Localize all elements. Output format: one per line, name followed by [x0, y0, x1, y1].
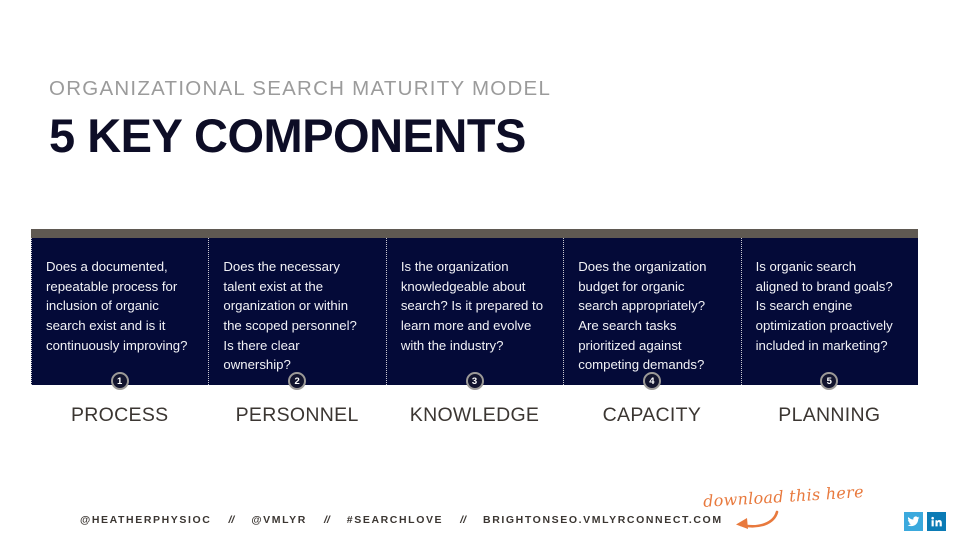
- component-label-capacity: CAPACITY: [602, 404, 702, 426]
- footer-hashtag: #SEARCHLOVE: [346, 514, 444, 526]
- slide-header: ORGANIZATIONAL SEARCH MATURITY MODEL 5 K…: [49, 77, 909, 163]
- component-label-personnel: PERSONNEL: [235, 404, 359, 426]
- component-question: Does the organization budget for organic…: [578, 259, 707, 373]
- label-slot: KNOWLEDGE: [386, 404, 563, 427]
- component-question: Does the necessary talent exist at the o…: [223, 259, 357, 373]
- label-slot: PLANNING: [741, 404, 918, 427]
- linkedin-icon[interactable]: [927, 512, 946, 531]
- social-links: [904, 512, 946, 531]
- component-question: Is organic search aligned to brand goals…: [755, 259, 893, 353]
- component-label-knowledge: KNOWLEDGE: [409, 404, 540, 426]
- components-columns: Does a documented, repeatable process fo…: [31, 238, 918, 385]
- component-question: Does a documented, repeatable process fo…: [46, 259, 188, 353]
- component-column-personnel: Does the necessary talent exist at the o…: [208, 238, 385, 385]
- footer-twitter-handle: @HEATHERPHYSIOC: [80, 514, 212, 526]
- footer-separator: //: [323, 514, 330, 526]
- component-label-process: PROCESS: [70, 404, 169, 426]
- component-column-capacity: Does the organization budget for organic…: [563, 238, 740, 385]
- component-label-planning: PLANNING: [778, 404, 881, 426]
- component-column-knowledge: Is the organization knowledgeable about …: [385, 238, 563, 385]
- label-slot: CAPACITY: [563, 404, 740, 427]
- label-slot: PERSONNEL: [208, 404, 385, 427]
- twitter-icon[interactable]: [904, 512, 923, 531]
- component-question: Is the organization knowledgeable about …: [400, 259, 544, 353]
- slide-eyebrow: ORGANIZATIONAL SEARCH MATURITY MODEL: [49, 77, 552, 100]
- download-note: download this here: [702, 482, 865, 511]
- components-panel: Does a documented, repeatable process fo…: [31, 229, 918, 385]
- curved-arrow-icon: [736, 510, 779, 529]
- footer-url[interactable]: BRIGHTONSEO.VMLYRCONNECT.COM: [483, 514, 723, 526]
- footer-separator: //: [228, 514, 235, 526]
- footer-separator: //: [460, 514, 467, 526]
- component-labels: PROCESS PERSONNEL KNOWLEDGE CAPACITY PLA…: [31, 404, 918, 427]
- footer-agency-handle: @VMLYR: [251, 514, 307, 526]
- label-slot: PROCESS: [31, 404, 208, 427]
- footer-credits: @HEATHERPHYSIOC // @VMLYR // #SEARCHLOVE…: [80, 514, 723, 526]
- component-column-planning: Is organic search aligned to brand goals…: [740, 238, 918, 385]
- component-column-process: Does a documented, repeatable process fo…: [31, 238, 208, 385]
- page-title: 5 KEY COMPONENTS: [49, 108, 526, 162]
- panel-top-bar: [31, 229, 918, 238]
